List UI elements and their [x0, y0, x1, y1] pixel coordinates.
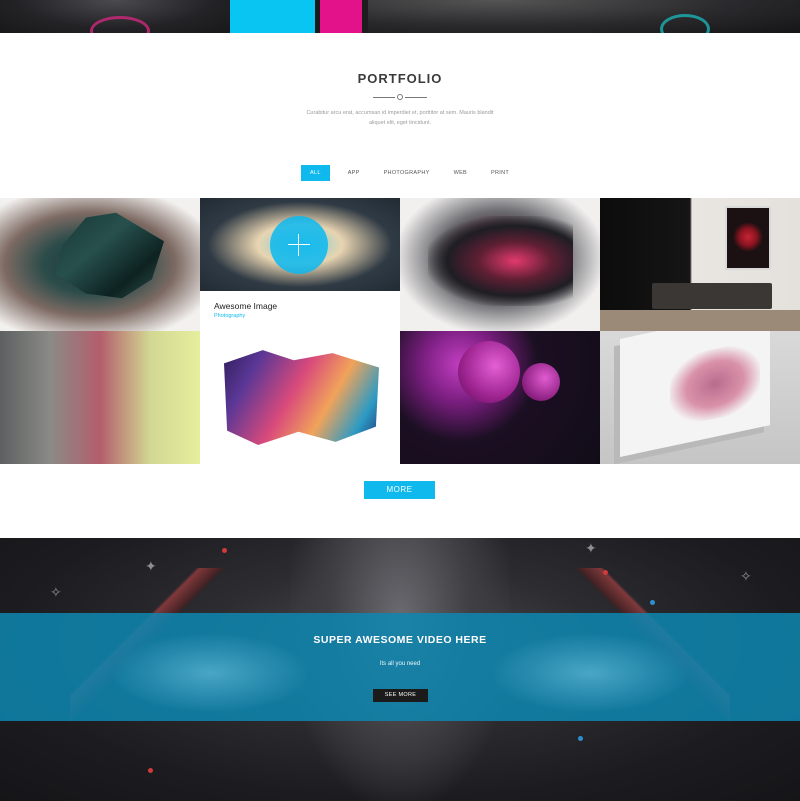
filter-all[interactable]: ALL: [301, 165, 330, 181]
see-more-button[interactable]: SEE MORE: [373, 689, 428, 702]
portfolio-description: Curabitur arcu erat, accumsan id imperdi…: [306, 110, 494, 126]
node-dot: [578, 736, 583, 741]
paint-splash-image: [428, 216, 573, 306]
banner-cyan-block: [230, 0, 315, 33]
magazine-image: [620, 331, 770, 457]
node-dot: [603, 570, 608, 575]
divider-line: [405, 97, 427, 98]
wall-art-image: [725, 206, 771, 270]
filter-web[interactable]: WEB: [442, 165, 479, 181]
video-subtitle: Its all you need: [379, 661, 421, 667]
star-icon: ✦: [585, 540, 597, 556]
banner-right-art: [368, 0, 800, 33]
filter-photography[interactable]: PHOTOGRAPHY: [372, 165, 442, 181]
featured-category[interactable]: Photography: [214, 313, 245, 319]
divider-line: [373, 97, 395, 98]
star-icon: ✧: [50, 584, 62, 600]
portfolio-item-watercolor[interactable]: [0, 331, 200, 464]
portfolio-item-spheres[interactable]: [400, 331, 600, 464]
crystal-image: [56, 212, 164, 299]
node-dot: [148, 768, 153, 773]
banner-magenta-block: [320, 0, 362, 33]
more-button[interactable]: MORE: [364, 481, 435, 499]
top-banner-image: [0, 0, 800, 33]
title-divider: [373, 94, 427, 100]
filter-print[interactable]: PRINT: [479, 165, 521, 181]
floor-rug: [600, 310, 800, 331]
node-dot: [222, 548, 227, 553]
sphere-large: [458, 341, 520, 403]
video-overlay-band: [0, 613, 800, 721]
portfolio-item-featured[interactable]: Awesome Image Photography: [200, 198, 400, 331]
featured-image: [200, 198, 400, 291]
node-dot: [650, 600, 655, 605]
typography-art: [224, 350, 379, 445]
portfolio-item-magazine[interactable]: [600, 331, 800, 464]
filter-app[interactable]: APP: [336, 165, 372, 181]
video-title: SUPER AWESOME VIDEO HERE: [313, 634, 487, 646]
portfolio-title: PORTFOLIO: [357, 71, 443, 86]
divider-dot: [397, 94, 403, 100]
portfolio-item-typography[interactable]: [200, 331, 400, 464]
portfolio-grid: Awesome Image Photography: [0, 198, 800, 465]
portfolio-filters: ALL APP PHOTOGRAPHY WEB PRINT: [301, 165, 521, 181]
sphere-small: [522, 363, 560, 401]
star-icon: ✧: [740, 568, 752, 584]
video-section: ✦ ✧ ✦ ✧ SUPER AWESOME VIDEO HERE Its all…: [0, 538, 800, 801]
plus-icon[interactable]: [288, 234, 310, 256]
portfolio-item-paint-splash[interactable]: [400, 198, 600, 331]
portfolio-item-interior[interactable]: [600, 198, 800, 331]
portfolio-item-crystal[interactable]: [0, 198, 200, 331]
star-icon: ✦: [145, 558, 157, 574]
featured-title[interactable]: Awesome Image: [214, 301, 277, 311]
sofa-image: [652, 283, 772, 309]
